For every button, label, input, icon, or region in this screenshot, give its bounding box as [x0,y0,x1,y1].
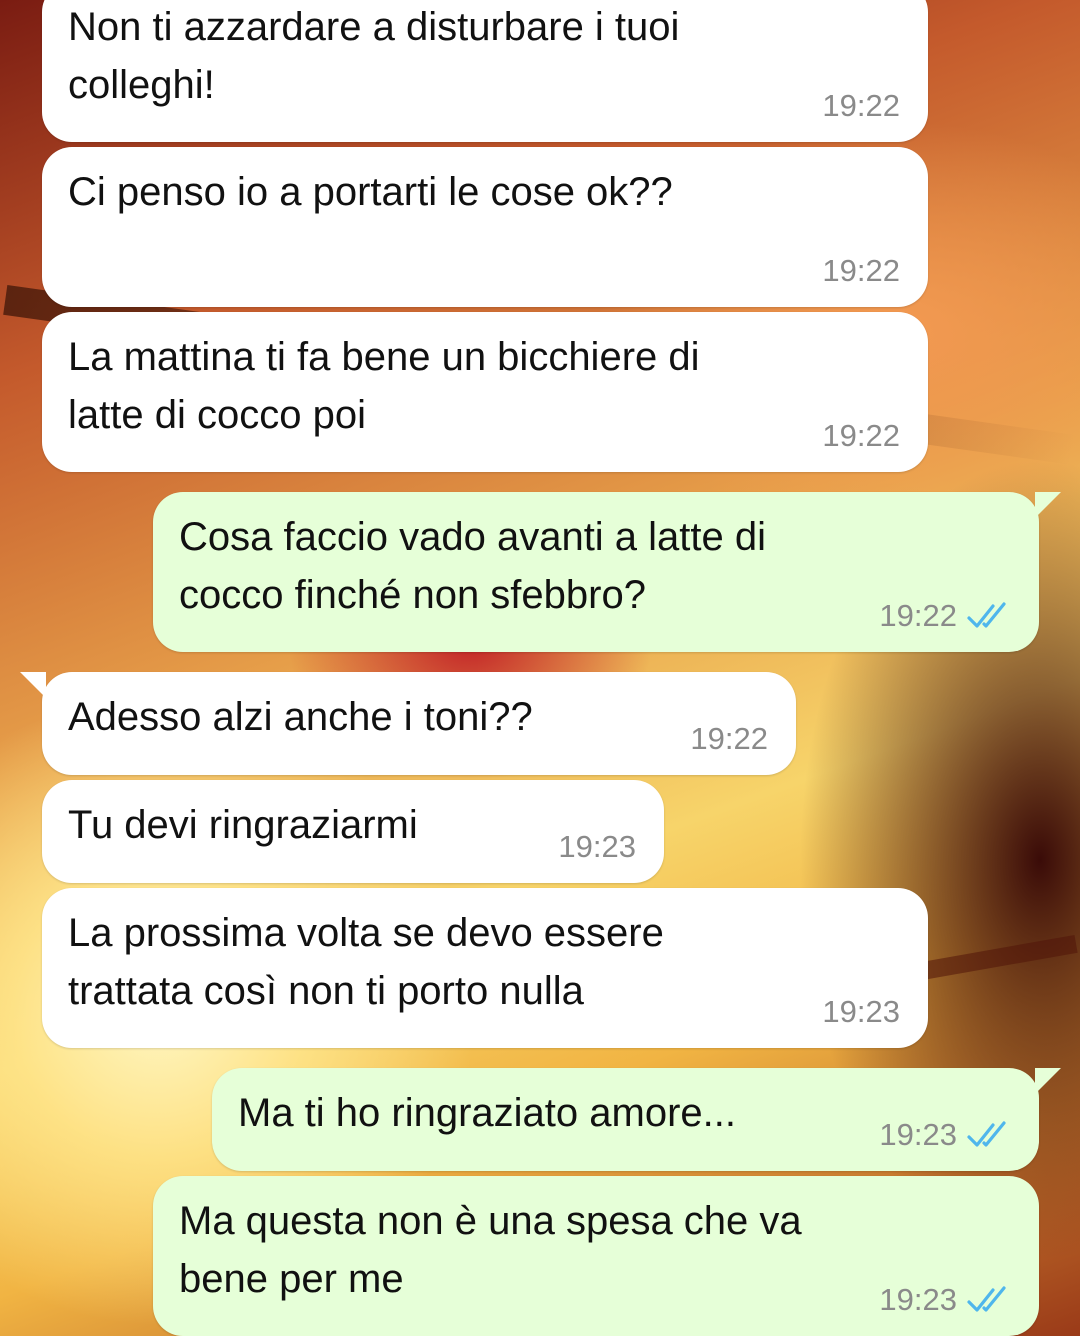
message-time: 19:23 [822,994,900,1029]
message-text: La prossima volta se devo essere trattat… [68,911,664,1013]
incoming-message[interactable]: Tu devi ringraziarmi 19:23 [42,780,664,883]
message-text: Adesso alzi anche i toni?? [68,695,533,739]
message-time: 19:23 [879,1117,957,1152]
message-meta: 19:23 [822,992,900,1032]
incoming-message[interactable]: Ci penso io a portarti le cose ok?? 19:2… [42,147,928,307]
incoming-message[interactable]: La prossima volta se devo essere trattat… [42,888,928,1048]
message-text: La mattina ti fa bene un bicchiere di la… [68,335,700,437]
outgoing-message[interactable]: Cosa faccio vado avanti a latte di cocco… [153,492,1061,652]
read-double-check-icon [967,1286,1006,1312]
message-time: 19:22 [822,88,900,123]
message-text: Tu devi ringraziarmi [68,803,418,847]
message-meta: 19:23 [879,1280,1011,1320]
message-meta: 19:22 [690,719,768,759]
message-meta: 19:22 [879,596,1011,636]
read-double-check-icon [967,602,1006,628]
bubble-tail [1035,1068,1061,1094]
message-time: 19:23 [879,1282,957,1317]
message-time: 19:22 [879,598,957,633]
message-text: Non ti azzardare a disturbare i tuoi col… [68,5,680,107]
message-time: 19:22 [690,721,768,756]
message-meta: 19:23 [879,1115,1011,1155]
incoming-message[interactable]: Non ti azzardare a disturbare i tuoi col… [42,0,928,142]
incoming-message[interactable]: Adesso alzi anche i toni?? 19:22 [20,672,796,775]
incoming-message[interactable]: La mattina ti fa bene un bicchiere di la… [42,312,928,472]
bubble-tail [20,672,46,698]
message-list[interactable]: Non ti azzardare a disturbare i tuoi col… [0,0,1080,1336]
message-time: 19:22 [822,253,900,288]
message-meta: 19:22 [822,86,900,126]
message-meta: 19:23 [558,827,636,867]
outgoing-message[interactable]: Ma ti ho ringraziato amore... 19:23 [212,1068,1061,1171]
message-meta: 19:22 [822,251,900,291]
read-double-check-icon [967,1121,1006,1147]
bubble-tail [1035,492,1061,518]
outgoing-message[interactable]: Ma questa non è una spesa che va bene pe… [153,1176,1039,1336]
message-text: Ci penso io a portarti le cose ok?? [68,170,673,214]
message-time: 19:23 [558,829,636,864]
message-time: 19:22 [822,418,900,453]
message-meta: 19:22 [822,416,900,456]
